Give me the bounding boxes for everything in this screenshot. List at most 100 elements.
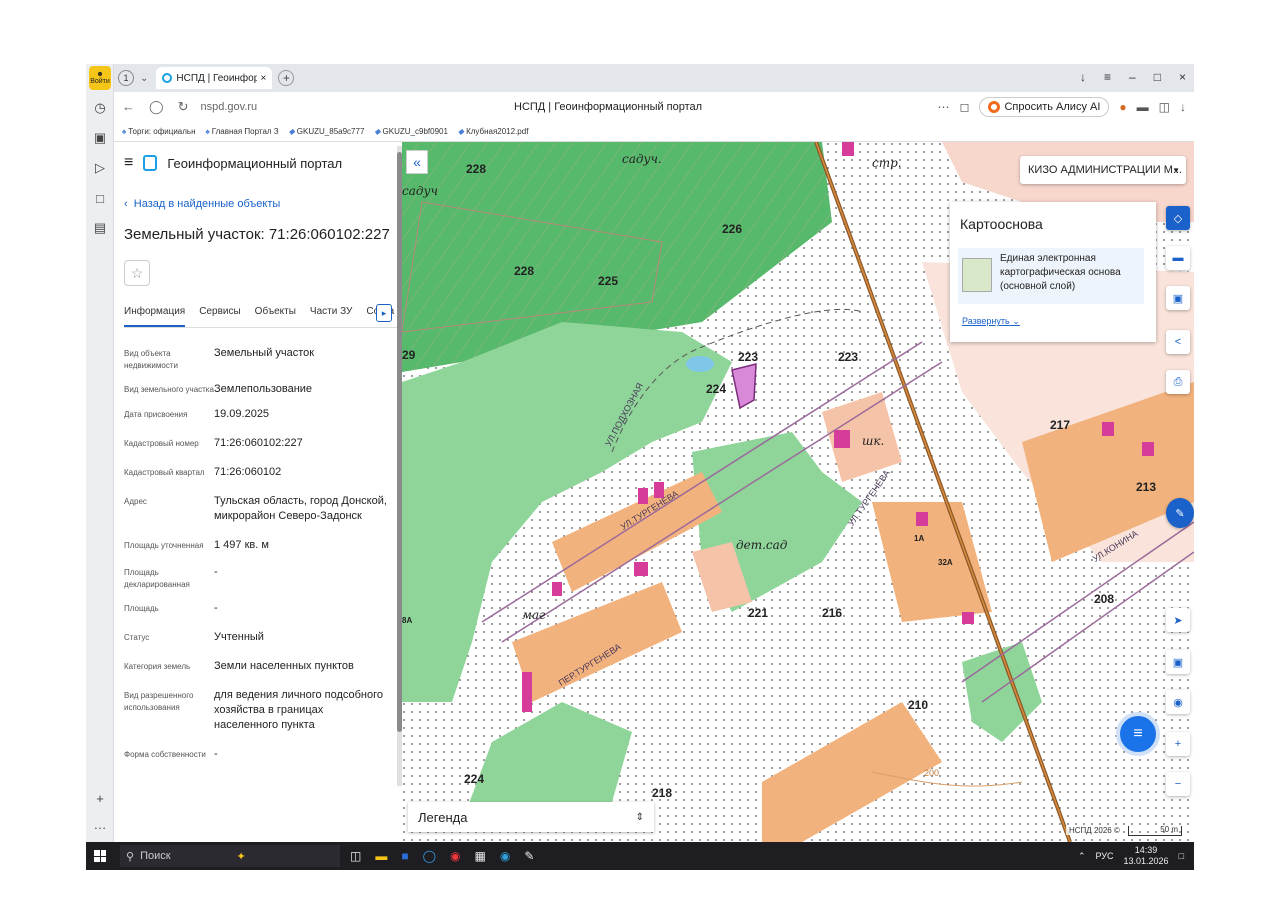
pen-icon[interactable]: ✎ [524,849,534,863]
minimap-tool-icon[interactable]: ▣ [1166,650,1190,674]
select-area-tool-icon[interactable]: ▣ [1166,286,1190,310]
chevron-down-icon[interactable]: ⌄ [140,73,148,84]
tab-info[interactable]: Информация [124,300,186,327]
zoom-in-button[interactable]: + [1166,732,1190,756]
bookmark-favicon-icon: ◆ [288,127,295,136]
hamburger-menu-icon[interactable]: ≡ [124,154,133,172]
tab-number-icon[interactable]: □ [90,188,110,208]
collections-icon[interactable]: ▣ [90,128,110,148]
reload-icon[interactable]: ↻ [178,99,189,115]
attribute-key: Кадастровый квартал [124,468,205,477]
new-tab-button[interactable]: + [278,70,295,86]
assistant-icon[interactable]: ✎ [1166,498,1194,528]
minimize-button[interactable]: – [1129,70,1136,84]
geo-tool-icon[interactable]: ◉ [1166,690,1190,714]
close-window-button[interactable]: × [1179,70,1186,84]
bookmark-favicon-icon: ◆ [374,127,381,136]
edge-icon[interactable]: ◯ [423,849,436,863]
alice-label: Спросить Алису AI [1004,101,1101,113]
tab-strip: 1 ⌄ НСПД | Геоинформаци × + ↓ ≡ – □ × [114,64,1194,92]
locate-tool-icon[interactable]: ➤ [1166,608,1190,632]
bookmark-item[interactable]: ♠ Торги: официальн [122,127,196,136]
house-label: 1А [914,534,925,543]
chevron-down-icon: ▼ [1172,165,1180,175]
extension-icon[interactable]: ● [1119,100,1126,114]
attribute-value: Тульская область, город Донской, микрора… [214,495,387,522]
bookmark-icon[interactable]: ◻ [959,100,969,114]
attribute-row: Дата присвоения 19.09.2025 [124,407,390,422]
language-indicator[interactable]: РУС [1095,851,1113,861]
clock[interactable]: 14:39 13.01.2026 [1124,845,1169,867]
login-label: Войти [90,78,110,85]
notifications-icon[interactable]: □ [1179,851,1184,861]
attribute-key: Форма собственности [124,750,206,759]
tabs-scroll-right-icon[interactable]: ▸ [376,304,392,322]
basemap-option[interactable]: Единая электронная картографическая осно… [958,248,1144,304]
login-button[interactable]: ☻ Войти [89,66,111,90]
taskbar: ⚲ Поиск ✦ ◫ ▬ ■ ◯ ◉ ▦ ◉ ✎ ⌃ РУС 14:39 13… [86,842,1194,870]
user-icon: ☻ [96,71,104,78]
back-to-results-link[interactable]: ‹ Назад в найденные объекты [124,198,280,210]
browser-tab[interactable]: НСПД | Геоинформаци × [156,67,273,89]
area-label: садуч. [622,152,662,166]
download-indicator-icon[interactable]: ↓ [1080,70,1086,84]
file-explorer-icon[interactable]: ▬ [375,849,387,863]
expand-collapse-icon[interactable]: ⇕ [636,812,644,823]
chrome-icon[interactable]: ◉ [500,849,510,863]
page-title-display: НСПД | Геоинформационный портал [514,101,703,113]
bookmark-item[interactable]: ◆ Клубная2012.pdf [458,127,529,136]
close-icon[interactable]: × [261,73,267,84]
extension-hat-icon[interactable]: ▬ [1137,100,1149,114]
task-view-icon[interactable]: ◫ [350,849,361,863]
legend-bar[interactable]: Легенда ⇕ [408,802,654,832]
word-icon[interactable]: ■ [401,849,408,863]
more-icon[interactable]: … [90,814,110,834]
layers-tool-icon[interactable]: ◇ [1166,206,1190,230]
tab-count-badge[interactable]: 1 [118,70,134,86]
building [834,430,850,448]
parcel-label: 216 [822,606,843,620]
attribute-value: Земли населенных пунктов [214,660,354,672]
add-panel-icon[interactable]: + [90,788,110,808]
alice-button[interactable]: Спросить Алису AI [979,97,1110,117]
wallet-icon[interactable]: ▤ [90,218,110,238]
taskbar-search[interactable]: ⚲ Поиск ✦ [120,845,340,867]
bookmark-item[interactable]: ◆ GKUZU_c9bf0901 [374,127,448,136]
zoom-out-button[interactable]: − [1166,772,1190,796]
collapse-panel-button[interactable]: « [406,150,428,174]
site-favicon-icon [162,73,173,83]
chat-fab-icon[interactable]: ≡ [1116,712,1160,756]
url-field[interactable]: nspd.gov.ru [200,101,480,113]
ruler-tool-icon[interactable]: ▬ [1166,246,1190,270]
calculator-icon[interactable]: ▦ [475,849,486,863]
map-view[interactable]: « 228 садуч. садуч 226 228 225 29 223 22… [402,142,1194,842]
bookmark-label: GKUZU_85a9c777 [296,127,365,136]
chevron-up-icon[interactable]: ⌃ [1078,851,1086,862]
share-tool-icon[interactable]: < [1166,330,1190,354]
shield-icon[interactable]: ◯ [149,99,164,115]
attribute-value: 19.09.2025 [214,408,270,420]
tab-services[interactable]: Сервисы [199,300,240,327]
bookmarks-bar: ♠ Торги: официальн ♠ Главная Портал З ◆ GKU… [114,122,1194,142]
parcel-label: 208 [1094,592,1115,606]
print-tool-icon[interactable]: ⎙ [1166,370,1190,394]
back-icon[interactable]: ← [122,99,135,115]
bookmark-favicon-icon: ◆ [457,127,465,136]
expand-link[interactable]: Развернуть ⌄ [962,316,1020,327]
bookmark-item[interactable]: ◆ GKUZU_85a9c777 [289,127,365,136]
reader-icon[interactable]: ◫ [1159,100,1170,114]
yandex-browser-icon[interactable]: ◉ [450,849,460,863]
windows-start-icon[interactable] [94,850,106,862]
download-icon[interactable]: ↓ [1180,100,1186,114]
layer-select[interactable]: КИЗО АДМИНИСТРАЦИИ М... ▼ [1020,156,1186,184]
menu-icon[interactable]: ≡ [1104,70,1111,84]
restore-button[interactable]: □ [1154,70,1161,84]
play-icon[interactable]: ▷ [90,158,110,178]
clock-date: 13.01.2026 [1123,856,1169,866]
bookmark-item[interactable]: ♠ Главная Портал З [206,127,279,136]
tab-objects[interactable]: Объекты [255,300,296,327]
history-icon[interactable]: ◷ [90,98,110,118]
favorite-star-icon[interactable]: ☆ [124,260,150,286]
more-dots-icon[interactable]: ⋯ [937,100,949,114]
tab-parts[interactable]: Части ЗУ [310,300,352,327]
